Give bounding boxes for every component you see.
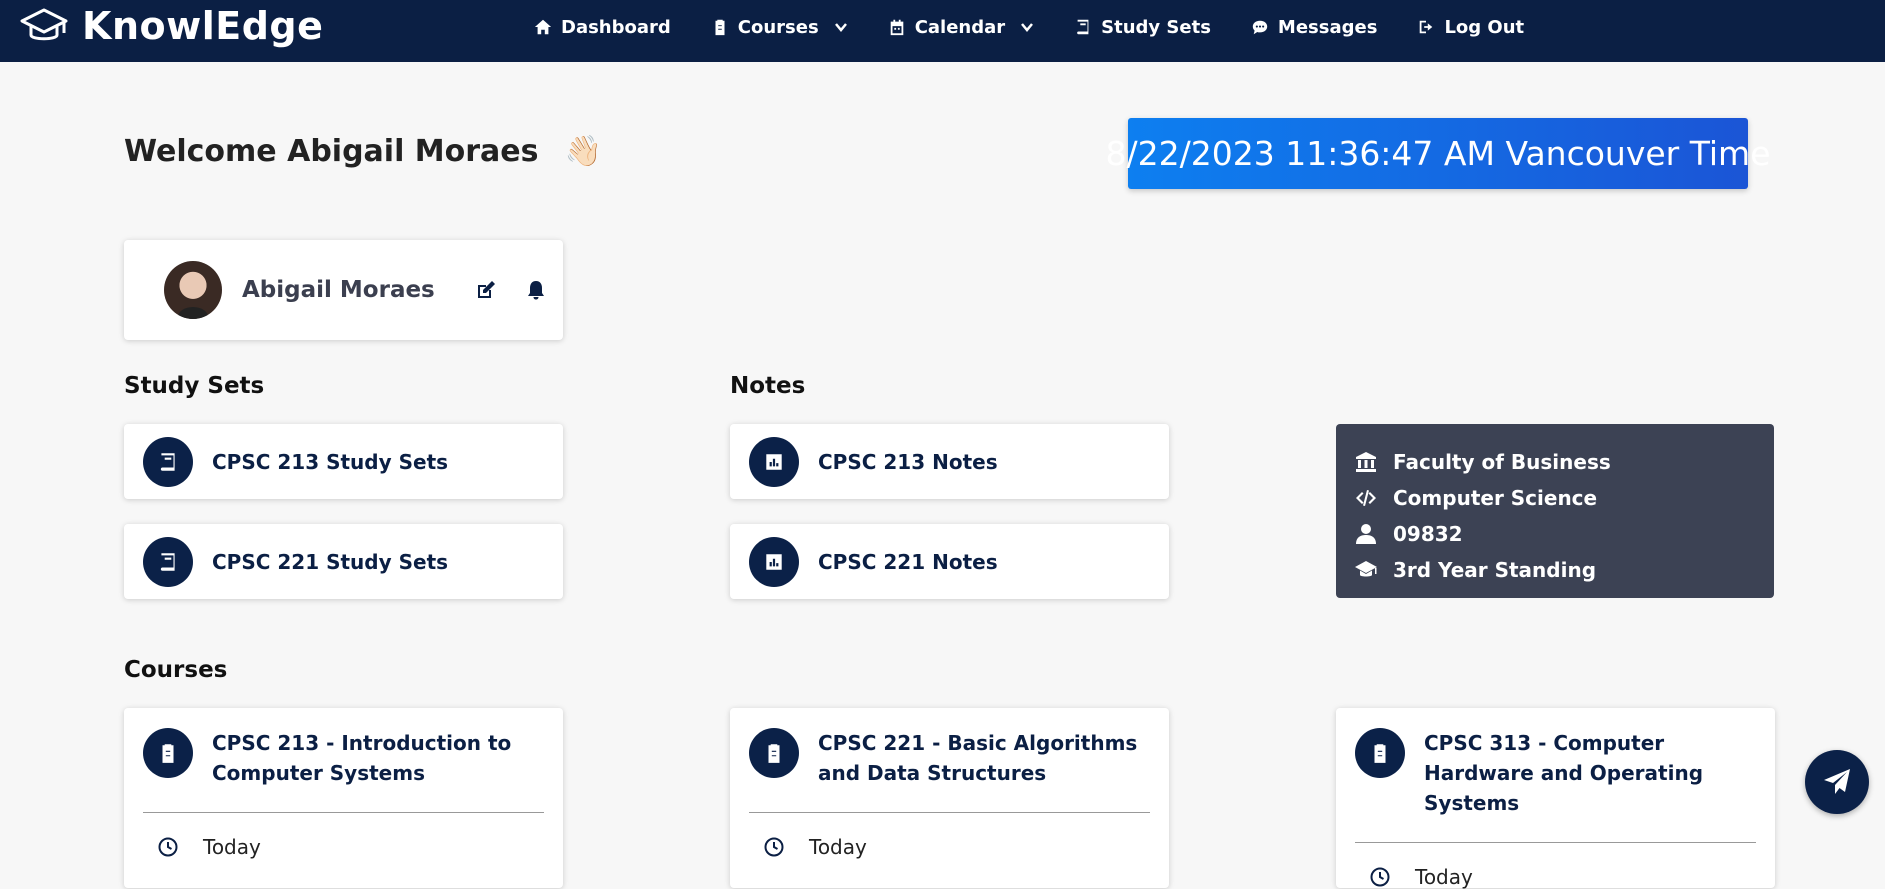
- chevron-down-icon: [834, 23, 847, 32]
- course-icon-circle: [143, 728, 193, 778]
- local-time-banner: 8/22/2023 11:36:47 AM Vancouver Time: [1106, 118, 1771, 189]
- home-icon: [534, 19, 552, 35]
- chat-bubble-icon: [1252, 20, 1268, 35]
- course-when: Today: [1415, 865, 1473, 889]
- info-program: Computer Science: [1354, 480, 1756, 516]
- info-standing-text: 3rd Year Standing: [1393, 558, 1597, 582]
- clock-icon: [764, 837, 784, 857]
- course-card[interactable]: CPSC 313 - Computer Hardware and Operati…: [1336, 708, 1775, 889]
- bell-icon[interactable]: [525, 279, 547, 301]
- nav-study-sets-label: Study Sets: [1101, 16, 1211, 38]
- divider: [749, 812, 1150, 813]
- course-title: CPSC 221 - Basic Algorithms and Data Str…: [818, 731, 1138, 785]
- divider: [1355, 842, 1756, 843]
- notes-card[interactable]: CPSC 213 Notes: [730, 424, 1169, 499]
- nav-study-sets[interactable]: Study Sets: [1074, 17, 1211, 38]
- course-schedule: Today: [157, 835, 563, 859]
- notes-label: CPSC 221 Notes: [818, 549, 998, 574]
- nav-courses[interactable]: Courses: [711, 17, 848, 38]
- nav-logout[interactable]: Log Out: [1417, 17, 1524, 38]
- course-schedule: Today: [1369, 865, 1775, 889]
- calendar-icon: [890, 19, 903, 36]
- course-schedule: Today: [763, 835, 1169, 859]
- info-faculty: Faculty of Business: [1354, 444, 1756, 480]
- course-header: CPSC 313 - Computer Hardware and Operati…: [1336, 728, 1775, 818]
- study-set-label: CPSC 221 Study Sets: [212, 549, 449, 574]
- study-set-card[interactable]: CPSC 213 Study Sets: [124, 424, 563, 499]
- nav-dashboard[interactable]: Dashboard: [534, 17, 671, 38]
- clipboard-icon: [715, 19, 725, 36]
- info-standing: 3rd Year Standing: [1354, 552, 1756, 588]
- top-navbar: KnowlEdge Dashboard Courses Calendar Stu…: [0, 0, 1885, 62]
- course-icon-circle: [749, 728, 799, 778]
- course-card[interactable]: CPSC 213 - Introduction to Computer Syst…: [124, 708, 563, 888]
- bar-chart-icon: [766, 553, 782, 570]
- clipboard-icon: [768, 744, 780, 763]
- nav-courses-label: Courses: [737, 16, 819, 38]
- nav-calendar[interactable]: Calendar: [888, 17, 1034, 38]
- avatar[interactable]: [164, 261, 222, 319]
- study-set-icon-circle: [143, 536, 193, 587]
- brand-name: KnowlEdge: [82, 4, 324, 48]
- course-icon-circle: [1355, 728, 1405, 778]
- clipboard-icon: [162, 744, 174, 763]
- chevron-down-icon: [1021, 23, 1034, 32]
- study-set-card[interactable]: CPSC 221 Study Sets: [124, 524, 563, 599]
- send-message-button[interactable]: [1805, 750, 1869, 814]
- course-when: Today: [809, 835, 867, 859]
- welcome-heading: Welcome Abigail Moraes 👋🏻: [124, 134, 602, 169]
- graduation-cap-icon: [20, 8, 68, 41]
- course-title: CPSC 213 - Introduction to Computer Syst…: [212, 731, 512, 785]
- course-title: CPSC 313 - Computer Hardware and Operati…: [1424, 731, 1704, 815]
- nav-logout-label: Log Out: [1444, 16, 1525, 38]
- student-info-card: Faculty of Business Computer Science 098…: [1336, 424, 1774, 598]
- edit-icon[interactable]: [475, 279, 497, 301]
- info-program-text: Computer Science: [1393, 486, 1598, 510]
- info-faculty-text: Faculty of Business: [1393, 450, 1611, 474]
- code-icon: [1356, 490, 1376, 506]
- local-time-text: 8/22/2023 11:36:47 AM Vancouver Time: [1105, 134, 1771, 173]
- graduation-cap-icon: [1355, 561, 1377, 577]
- book-icon: [1077, 19, 1089, 35]
- nav-dashboard-label: Dashboard: [561, 16, 671, 38]
- study-sets-title: Study Sets: [124, 373, 265, 399]
- clipboard-icon: [1374, 744, 1386, 763]
- course-when: Today: [203, 835, 261, 859]
- user-icon: [1356, 524, 1376, 544]
- paper-plane-icon: [1824, 769, 1850, 794]
- notes-card[interactable]: CPSC 221 Notes: [730, 524, 1169, 599]
- notes-icon-circle: [749, 436, 799, 487]
- welcome-text: Welcome Abigail Moraes: [124, 134, 539, 169]
- info-student-id: 09832: [1354, 516, 1756, 552]
- course-header: CPSC 213 - Introduction to Computer Syst…: [124, 728, 563, 788]
- notes-label: CPSC 213 Notes: [818, 449, 998, 474]
- clock-icon: [1370, 867, 1390, 887]
- bar-chart-icon: [766, 453, 782, 470]
- main-menu: Dashboard Courses Calendar Study Sets Me…: [534, 0, 1564, 54]
- notes-icon-circle: [749, 536, 799, 587]
- nav-messages[interactable]: Messages: [1251, 16, 1378, 38]
- study-set-label: CPSC 213 Study Sets: [212, 449, 449, 474]
- divider: [143, 812, 544, 813]
- profile-name: Abigail Moraes: [242, 277, 435, 303]
- notes-title: Notes: [730, 373, 806, 399]
- courses-title: Courses: [124, 657, 228, 683]
- study-set-icon-circle: [143, 436, 193, 487]
- nav-messages-label: Messages: [1277, 16, 1378, 38]
- profile-card: Abigail Moraes: [124, 240, 563, 340]
- course-header: CPSC 221 - Basic Algorithms and Data Str…: [730, 728, 1169, 788]
- info-student-id-text: 09832: [1393, 522, 1463, 546]
- nav-calendar-label: Calendar: [914, 16, 1006, 38]
- waving-hand-icon: 👋🏻: [564, 134, 602, 169]
- brand-logo[interactable]: KnowlEdge: [20, 2, 323, 50]
- building-columns-icon: [1356, 452, 1376, 472]
- logout-icon: [1420, 20, 1433, 34]
- book-icon: [160, 552, 175, 571]
- clock-icon: [158, 837, 178, 857]
- course-card[interactable]: CPSC 221 - Basic Algorithms and Data Str…: [730, 708, 1169, 888]
- book-icon: [160, 452, 175, 471]
